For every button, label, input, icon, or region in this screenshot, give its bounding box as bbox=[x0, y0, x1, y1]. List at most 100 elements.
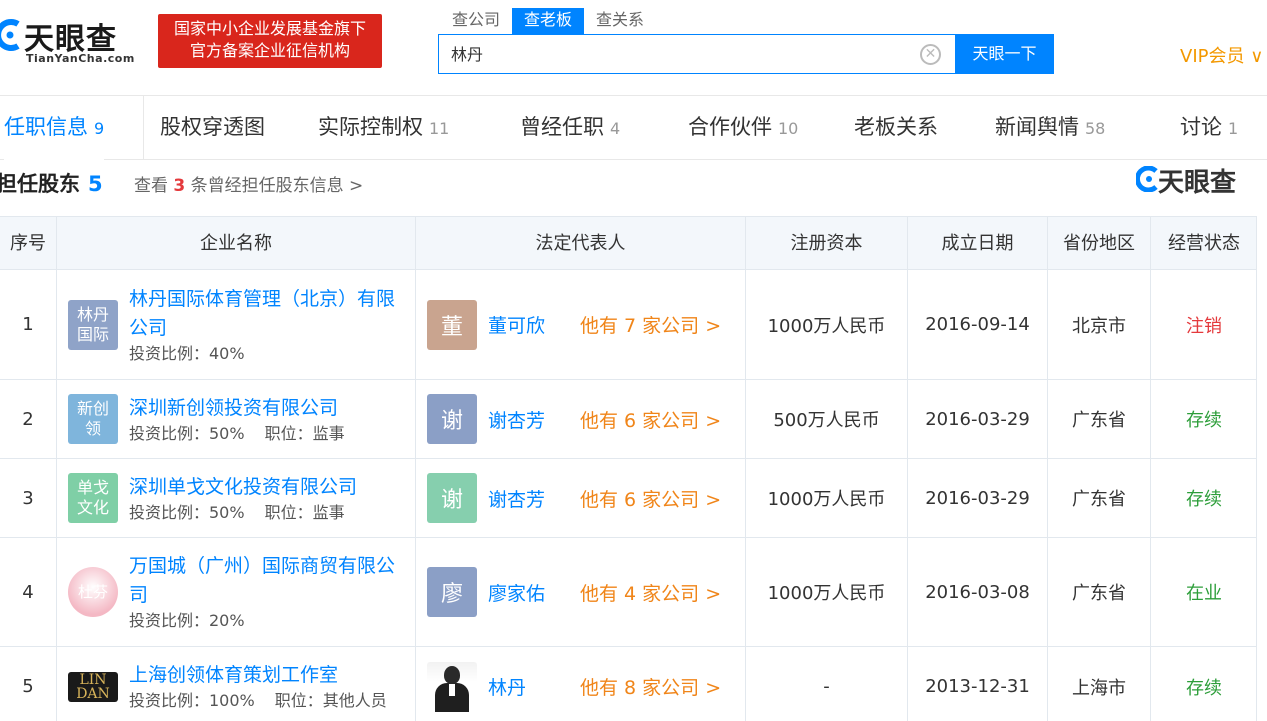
banner-line-2: 官方备案企业征信机构 bbox=[189, 41, 350, 60]
vip-member-link[interactable]: VIP会员 ∨ bbox=[1180, 42, 1263, 68]
watermark-text: 天眼查 bbox=[1158, 168, 1237, 198]
tab-search-boss[interactable]: 查老板 bbox=[512, 8, 585, 34]
tab-equity-graph[interactable]: 股权穿透图 bbox=[160, 96, 265, 160]
tab-partners[interactable]: 合作伙伴 10 bbox=[688, 96, 798, 160]
tab-search-company[interactable]: 查公司 bbox=[440, 8, 512, 34]
row-index: 5 bbox=[22, 676, 34, 697]
company-name-link[interactable]: 林丹国际体育管理（北京）有限公司 bbox=[129, 285, 404, 343]
company-cell: 杜芬 万国城（广州）国际商贸有限公司 投资比例：20% bbox=[57, 538, 415, 646]
row-index: 4 bbox=[22, 581, 34, 603]
company-logo: LIN DAN bbox=[68, 671, 118, 702]
company-cell: 单戈 文化 深圳单戈文化投资有限公司 投资比例：50% 职位：监事 bbox=[57, 459, 415, 537]
tab-past-positions[interactable]: 曾经任职 4 bbox=[520, 96, 620, 160]
tab-label: 曾经任职 bbox=[520, 115, 604, 139]
history-count: 3 bbox=[173, 176, 186, 196]
company-name-link[interactable]: 深圳新创领投资有限公司 bbox=[129, 394, 404, 423]
province: 广东省 bbox=[1072, 410, 1126, 431]
tab-boss-relations[interactable]: 老板关系 bbox=[854, 96, 938, 160]
company-info: 深圳新创领投资有限公司 投资比例：50% 职位：监事 bbox=[129, 394, 404, 445]
tab-count: 10 bbox=[778, 119, 799, 138]
capital: 500万人民币 bbox=[773, 410, 880, 431]
legal-rep-cell: 谢 谢杏芳 他有 6 家公司 > bbox=[416, 459, 745, 537]
capital: 1000万人民币 bbox=[767, 583, 886, 604]
company-info: 上海创领体育策划工作室 投资比例：100% 职位：其他人员 bbox=[129, 661, 404, 712]
rep-companies-link[interactable]: 他有 6 家公司 > bbox=[580, 485, 721, 512]
rep-companies-link[interactable]: 他有 4 家公司 > bbox=[580, 579, 721, 606]
banner-line-1: 国家中小企业发展基金旗下 bbox=[173, 19, 366, 38]
tianyancha-watermark-icon bbox=[1136, 166, 1158, 192]
company-logo: 单戈 文化 bbox=[68, 473, 118, 523]
rep-name-link[interactable]: 林丹 bbox=[488, 673, 580, 700]
rep-avatar: 谢 bbox=[427, 473, 477, 523]
rep-avatar: 谢 bbox=[427, 394, 477, 444]
position: 职位：监事 bbox=[264, 502, 345, 522]
status-badge: 存续 bbox=[1186, 410, 1222, 431]
tab-divider bbox=[143, 96, 144, 160]
col-index: 序号 bbox=[10, 233, 46, 254]
established-date: 2016-03-08 bbox=[925, 581, 1030, 603]
tab-count: 4 bbox=[610, 119, 621, 138]
tab-positions[interactable]: 任职信息 9 bbox=[4, 96, 105, 160]
company-info: 深圳单戈文化投资有限公司 投资比例：50% 职位：监事 bbox=[129, 473, 404, 524]
company-meta: 投资比例：100% 职位：其他人员 bbox=[129, 690, 404, 712]
grid-line bbox=[1047, 217, 1048, 721]
search-input-value: 林丹 bbox=[451, 45, 484, 64]
rep-name-link[interactable]: 廖家佑 bbox=[488, 579, 580, 606]
legal-rep-cell: 谢 谢杏芳 他有 6 家公司 > bbox=[416, 380, 745, 458]
tab-search-relation[interactable]: 查关系 bbox=[584, 8, 656, 34]
tab-news[interactable]: 新闻舆情 58 bbox=[995, 96, 1105, 160]
official-banner: 国家中小企业发展基金旗下 官方备案企业征信机构 bbox=[158, 14, 382, 68]
capital: 1000万人民币 bbox=[767, 315, 886, 337]
status-badge: 注销 bbox=[1186, 315, 1222, 337]
table-row: 1 林丹 国际 林丹国际体育管理（北京）有限公司 投资比例：40% 董 董可欣 他… bbox=[0, 270, 1257, 380]
history-shareholder-link[interactable]: 查看 3 条曾经担任股东信息 > bbox=[134, 171, 363, 196]
grid-line bbox=[415, 217, 416, 721]
tab-label: 讨论 bbox=[1180, 115, 1222, 139]
tab-label: 股权穿透图 bbox=[160, 115, 265, 139]
company-name-link[interactable]: 深圳单戈文化投资有限公司 bbox=[129, 473, 404, 502]
company-meta: 投资比例：50% 职位：监事 bbox=[129, 423, 404, 445]
col-company: 企业名称 bbox=[200, 233, 272, 254]
rep-name-link[interactable]: 谢杏芳 bbox=[488, 485, 580, 512]
table-row: 3 单戈 文化 深圳单戈文化投资有限公司 投资比例：50% 职位：监事 谢 谢杏芳 … bbox=[0, 459, 1257, 538]
lindan-logo-text: LIN DAN bbox=[76, 671, 110, 702]
search-input[interactable]: 林丹 ✕ bbox=[438, 34, 956, 74]
table-row: 4 杜芬 万国城（广州）国际商贸有限公司 投资比例：20% 廖 廖家佑 他有 4… bbox=[0, 538, 1257, 647]
established-date: 2013-12-31 bbox=[925, 676, 1030, 697]
history-prefix: 查看 bbox=[134, 176, 168, 196]
company-meta: 投资比例：50% 职位：监事 bbox=[129, 502, 404, 524]
invest-ratio: 投资比例：40% bbox=[129, 343, 245, 363]
company-info: 林丹国际体育管理（北京）有限公司 投资比例：40% bbox=[129, 285, 404, 365]
province: 北京市 bbox=[1072, 315, 1126, 337]
company-meta: 投资比例：40% bbox=[129, 343, 404, 365]
rep-companies-link[interactable]: 他有 7 家公司 > bbox=[580, 311, 721, 338]
company-cell: 林丹 国际 林丹国际体育管理（北京）有限公司 投资比例：40% bbox=[57, 270, 415, 379]
position: 职位：其他人员 bbox=[274, 691, 387, 710]
site-logo[interactable]: 天眼查 TianYanCha.com bbox=[0, 12, 146, 68]
grid-line bbox=[907, 217, 908, 721]
col-province: 省份地区 bbox=[1063, 233, 1135, 254]
rep-companies-link[interactable]: 他有 6 家公司 > bbox=[580, 406, 721, 433]
rep-avatar: 董 bbox=[427, 299, 477, 350]
tab-actual-control[interactable]: 实际控制权 11 bbox=[318, 96, 449, 160]
established-date: 2016-03-29 bbox=[925, 408, 1030, 430]
tab-discussion[interactable]: 讨论 1 bbox=[1180, 96, 1238, 160]
clear-icon[interactable]: ✕ bbox=[920, 44, 941, 65]
invest-ratio: 投资比例：50% bbox=[129, 423, 245, 443]
table-header: 序号 企业名称 法定代表人 注册资本 成立日期 省份地区 经营状态 bbox=[0, 217, 1257, 270]
company-logo: 杜芬 bbox=[68, 567, 118, 617]
company-name-link[interactable]: 万国城（广州）国际商贸有限公司 bbox=[129, 552, 404, 610]
tab-label: 实际控制权 bbox=[318, 115, 423, 139]
search-button[interactable]: 天眼一下 bbox=[955, 34, 1054, 74]
rep-companies-link[interactable]: 他有 8 家公司 > bbox=[580, 673, 721, 700]
province: 广东省 bbox=[1072, 489, 1126, 510]
rep-name-link[interactable]: 董可欣 bbox=[488, 311, 580, 338]
section-count: 5 bbox=[88, 172, 103, 196]
section-title-text: 担任股东 bbox=[0, 172, 80, 196]
rep-name-link[interactable]: 谢杏芳 bbox=[488, 406, 580, 433]
grid-line bbox=[1256, 217, 1257, 721]
invest-ratio: 投资比例：50% bbox=[129, 502, 245, 522]
company-name-link[interactable]: 上海创领体育策划工作室 bbox=[129, 661, 404, 690]
grid-line bbox=[56, 217, 57, 721]
status-badge: 在业 bbox=[1186, 583, 1222, 604]
